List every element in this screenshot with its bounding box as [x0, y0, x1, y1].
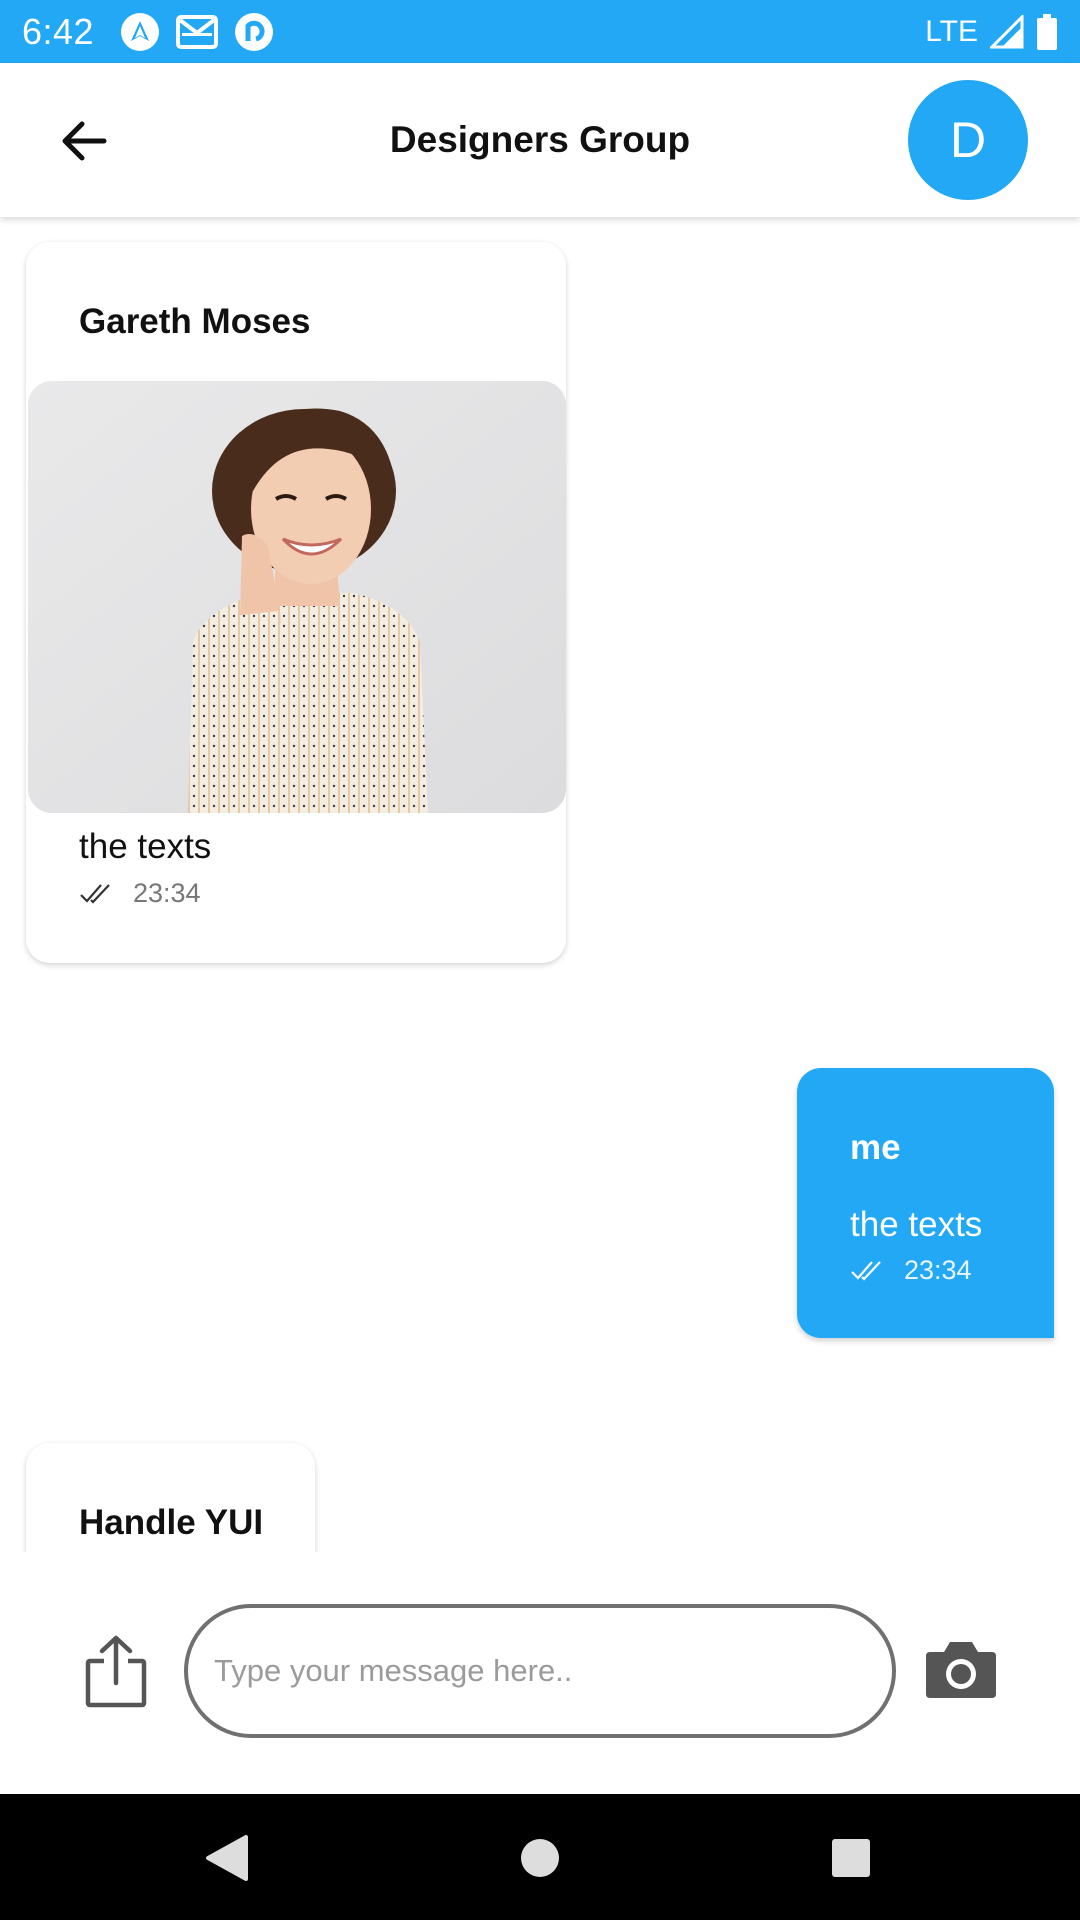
gmail-icon [176, 14, 219, 49]
composer [0, 1552, 1080, 1794]
home-circle-icon [521, 1839, 559, 1877]
message-bubble-received[interactable]: Gareth Moses the texts 23:34 [26, 242, 566, 963]
message-bubble-received[interactable]: Handle YUI [26, 1443, 315, 1552]
message-time: 23:34 [904, 1255, 972, 1285]
message-meta: 23:34 [79, 878, 201, 909]
status-bar: 6:42 LTE [0, 0, 1080, 63]
message-time: 23:34 [133, 878, 201, 908]
network-type: LTE [925, 14, 978, 48]
notification-icons [120, 12, 274, 52]
message-photo[interactable] [28, 381, 566, 813]
system-nav-bar [0, 1794, 1080, 1920]
sender-name: me [850, 1128, 901, 1167]
pocket-casts-icon [235, 12, 274, 51]
double-check-icon [851, 1260, 881, 1281]
nav-home-button[interactable] [510, 1828, 570, 1888]
nav-recents-button[interactable] [821, 1828, 881, 1888]
camera-icon [926, 1642, 996, 1698]
status-time: 6:42 [22, 10, 95, 52]
avatar-letter: D [949, 112, 987, 168]
nav-back-button[interactable] [196, 1828, 256, 1888]
sender-name: Gareth Moses [79, 302, 311, 341]
message-meta: 23:34 [850, 1255, 972, 1286]
message-list[interactable]: Gareth Moses the texts 23:34 me the text… [0, 217, 1080, 1552]
message-bubble-sent[interactable]: me the texts 23:34 [797, 1068, 1054, 1338]
photo-woman-smiling [28, 381, 566, 813]
message-text: the texts [850, 1205, 983, 1244]
back-triangle-icon [206, 1835, 248, 1881]
share-upload-icon [85, 1635, 147, 1708]
camera-button[interactable] [924, 1640, 998, 1700]
nav-app-icon [121, 12, 160, 51]
sender-name: Handle YUI [79, 1503, 264, 1542]
message-input[interactable] [184, 1604, 896, 1738]
status-right: LTE [925, 13, 1058, 50]
battery-icon [1037, 13, 1057, 50]
app-bar: Designers Group D [0, 63, 1080, 217]
signal-icon [990, 14, 1024, 48]
avatar[interactable]: D [908, 80, 1028, 200]
recents-square-icon [832, 1839, 870, 1877]
message-text: the texts [79, 827, 212, 866]
share-button[interactable] [84, 1635, 148, 1709]
chat-screen: 6:42 LTE Designers Group D Gareth Moses … [0, 0, 1080, 1920]
double-check-icon [80, 883, 110, 904]
